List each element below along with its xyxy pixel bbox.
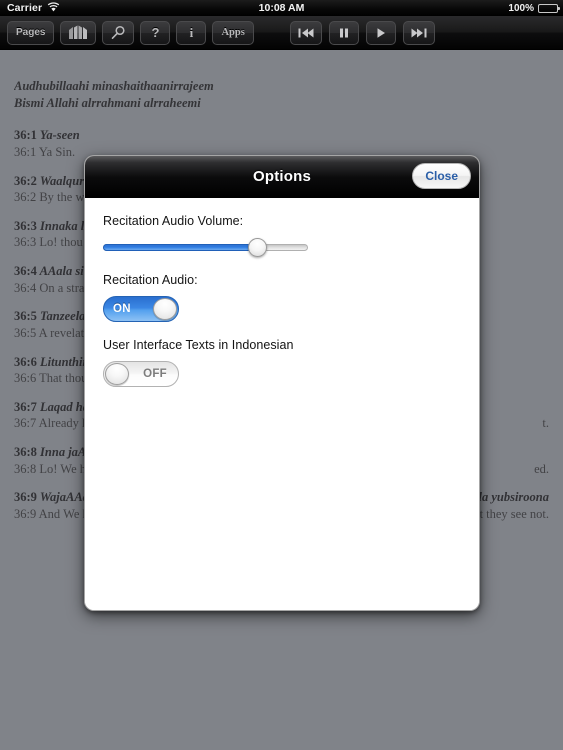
toolbar-left-group: Pages ? i Apps (0, 20, 254, 45)
apps-button[interactable]: Apps (212, 20, 254, 45)
play-icon (375, 27, 387, 39)
help-button[interactable]: ? (140, 20, 171, 45)
pages-button-label: Pages (16, 27, 46, 38)
recitation-audio-toggle-state: ON (113, 303, 131, 315)
play-button[interactable] (365, 20, 396, 45)
verse-transliteration: 36:1 Ya-seen (14, 127, 549, 144)
status-bar-clock: 10:08 AM (258, 2, 305, 14)
battery-percent-label: 100% (508, 2, 534, 14)
verse-number: 36:1 (14, 128, 37, 143)
recitation-audio-field-group: Recitation Audio: ON (103, 273, 461, 322)
verse-translation-tail: t they see not. (479, 506, 549, 521)
toggle-knob (153, 298, 177, 320)
status-bar-left: Carrier (0, 0, 60, 17)
recitation-audio-toggle[interactable]: ON (103, 296, 179, 322)
volume-slider-knob[interactable] (248, 237, 268, 257)
question-mark-icon: ? (151, 25, 160, 40)
verse-number: 36:9 (14, 490, 37, 505)
page-title: Options (252, 168, 312, 185)
pause-button[interactable] (328, 20, 359, 45)
toggle-knob (105, 363, 129, 385)
basmala-block: Audhubillaahi minashaithaanirrajeem Bism… (14, 78, 549, 111)
verse-number: 36:8 (14, 445, 37, 459)
options-dialog: Options Close Recitation Audio Volume: R… (84, 155, 480, 611)
basmala-line: Audhubillaahi minashaithaanirrajeem (14, 79, 214, 93)
verse-number: 36:4 (14, 264, 37, 278)
status-bar: Carrier 10:08 AM 100% (0, 0, 563, 16)
apps-button-label: Apps (221, 27, 245, 38)
toolbar-playback-group (254, 20, 435, 45)
pause-icon (338, 27, 350, 39)
indonesian-texts-toggle[interactable]: OFF (103, 361, 179, 387)
verse-number: 36:7 (14, 399, 37, 414)
volume-label: Recitation Audio Volume: (103, 214, 244, 228)
status-bar-right: 100% (508, 2, 560, 14)
pages-button[interactable]: Pages (7, 20, 55, 45)
next-track-button[interactable] (402, 20, 435, 45)
verse-translit-text: Ya-seen (39, 128, 80, 143)
wifi-icon (47, 0, 60, 17)
verse-number: 36:6 (14, 354, 37, 369)
skip-back-icon (297, 27, 315, 39)
options-dialog-header: Options Close (85, 156, 479, 198)
search-button[interactable] (102, 20, 135, 45)
options-dialog-body: Recitation Audio Volume: Recitation Audi… (85, 198, 479, 610)
verse-number: 36:2 (14, 173, 37, 188)
info-button[interactable]: i (176, 20, 207, 45)
volume-slider[interactable] (103, 237, 308, 257)
indonesian-texts-toggle-state: OFF (143, 368, 167, 380)
close-button[interactable]: Close (412, 163, 471, 189)
skip-forward-icon (410, 27, 428, 39)
app-screen: Carrier 10:08 AM 100% .status-carrier{} … (0, 0, 563, 750)
battery-full-icon (538, 3, 560, 13)
verse-number: 36:5 (14, 309, 37, 324)
volume-slider-fill (103, 243, 258, 251)
carrier-label: Carrier (7, 2, 43, 14)
verse-translation-tail: ed. (534, 461, 549, 476)
info-icon: i (189, 24, 194, 40)
indonesian-texts-label: User Interface Texts in Indonesian (103, 338, 294, 352)
close-button-label: Close (425, 169, 458, 183)
basmala-line: Bismi Allahi alrrahmani alrraheemi (14, 95, 201, 110)
previous-track-button[interactable] (289, 20, 322, 45)
main-toolbar: Pages ? i Apps (0, 16, 563, 50)
verse-translation-tail: t. (542, 416, 549, 431)
magnifier-icon (109, 25, 127, 41)
indonesian-texts-field-group: User Interface Texts in Indonesian OFF (103, 338, 461, 387)
verse-translit-tail: la yubsiroona (478, 490, 549, 505)
recitation-audio-label: Recitation Audio: (103, 273, 198, 287)
volume-field-group: Recitation Audio Volume: (103, 214, 461, 257)
bookmark-icon (67, 25, 89, 41)
verse-number: 36:3 (14, 218, 37, 233)
bookmark-button[interactable] (60, 20, 97, 45)
